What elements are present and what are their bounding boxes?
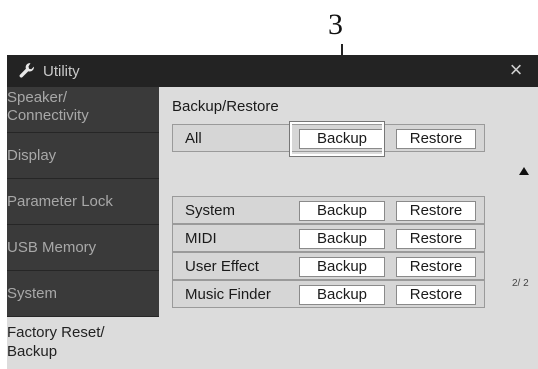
sidebar-item-usb-memory[interactable]: USB Memory bbox=[7, 225, 159, 271]
sidebar-item-label: Parameter Lock bbox=[7, 193, 113, 210]
utility-window: Utility × Speaker/ Connectivity Display … bbox=[7, 55, 538, 369]
sidebar-item-label: Backup bbox=[7, 343, 58, 360]
page-indicator: 2/ 2 bbox=[512, 278, 529, 289]
restore-button[interactable]: Restore bbox=[396, 129, 476, 149]
restore-button[interactable]: Restore bbox=[396, 201, 476, 221]
restore-button[interactable]: Restore bbox=[396, 285, 476, 305]
scroll-up-icon[interactable] bbox=[519, 167, 529, 175]
section-title: Backup/Restore bbox=[172, 98, 279, 115]
sidebar-item-label: Display bbox=[7, 147, 57, 164]
row-label: All bbox=[185, 130, 202, 147]
backup-button[interactable]: Backup bbox=[299, 201, 385, 221]
close-button[interactable]: × bbox=[504, 58, 528, 82]
backup-row-system: System Backup Restore bbox=[172, 196, 485, 224]
sidebar-item-label: System bbox=[7, 285, 58, 302]
backup-row-user-effect: User Effect Backup Restore bbox=[172, 252, 485, 280]
backup-button[interactable]: Backup bbox=[299, 257, 385, 277]
backup-button[interactable]: Backup bbox=[299, 229, 385, 249]
title-bar: Utility × bbox=[7, 55, 538, 87]
sidebar-item-speaker-connectivity[interactable]: Speaker/ Connectivity bbox=[7, 87, 159, 133]
backup-button[interactable]: Backup bbox=[299, 285, 385, 305]
sidebar-item-label: USB Memory bbox=[7, 239, 97, 256]
callout-number: 3 bbox=[328, 8, 343, 41]
row-label: MIDI bbox=[185, 230, 217, 247]
backup-row-midi: MIDI Backup Restore bbox=[172, 224, 485, 252]
sidebar-item-label: Factory Reset/ bbox=[7, 324, 105, 341]
sidebar-item-system[interactable]: System bbox=[7, 271, 159, 317]
window-title: Utility bbox=[43, 62, 80, 80]
row-label: Music Finder bbox=[185, 286, 271, 303]
sidebar: Speaker/ Connectivity Display Parameter … bbox=[7, 87, 159, 369]
callout-highlight-frame bbox=[289, 121, 385, 157]
restore-button[interactable]: Restore bbox=[396, 257, 476, 277]
sidebar-item-display[interactable]: Display bbox=[7, 133, 159, 179]
row-label: System bbox=[185, 202, 236, 219]
sidebar-item-label: Speaker/ bbox=[7, 89, 68, 106]
sidebar-item-factory-reset-backup[interactable]: Factory Reset/ Backup bbox=[7, 317, 159, 369]
wrench-icon bbox=[17, 61, 37, 81]
sidebar-item-parameter-lock[interactable]: Parameter Lock bbox=[7, 179, 159, 225]
sidebar-item-label: Connectivity bbox=[7, 107, 89, 124]
row-label: User Effect bbox=[185, 258, 259, 275]
restore-button[interactable]: Restore bbox=[396, 229, 476, 249]
backup-row-music-finder: Music Finder Backup Restore bbox=[172, 280, 485, 308]
